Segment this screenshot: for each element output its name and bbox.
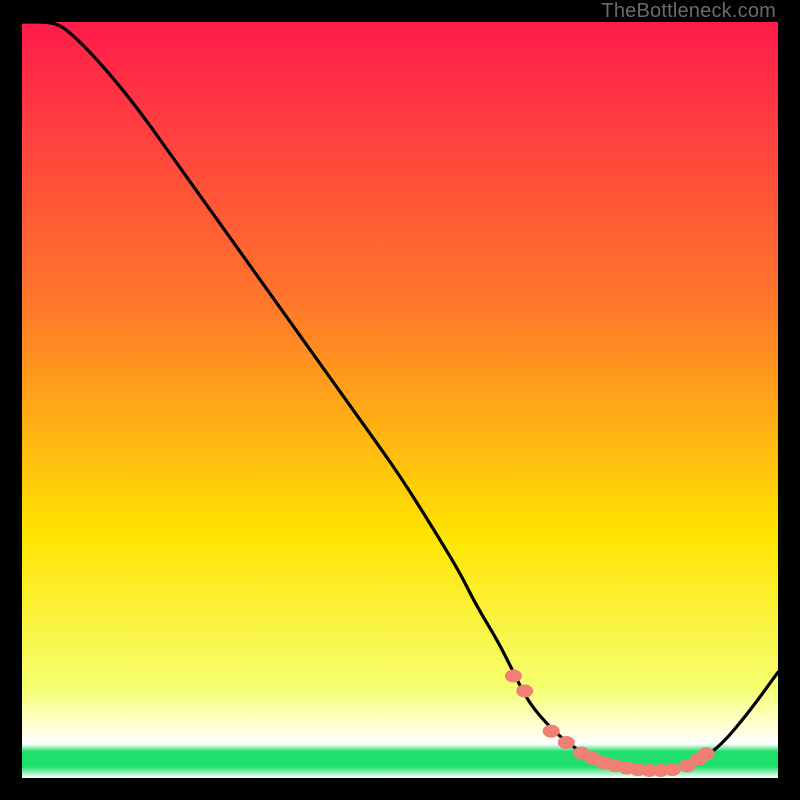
marker-point xyxy=(664,763,681,776)
bottleneck-chart xyxy=(22,22,778,778)
watermark-text: TheBottleneck.com xyxy=(601,0,776,23)
gradient-background xyxy=(22,22,778,778)
marker-point xyxy=(543,725,560,738)
marker-point xyxy=(558,736,575,749)
marker-point xyxy=(505,669,522,682)
chart-frame xyxy=(22,22,778,778)
marker-point xyxy=(698,747,715,760)
marker-point xyxy=(516,685,533,698)
